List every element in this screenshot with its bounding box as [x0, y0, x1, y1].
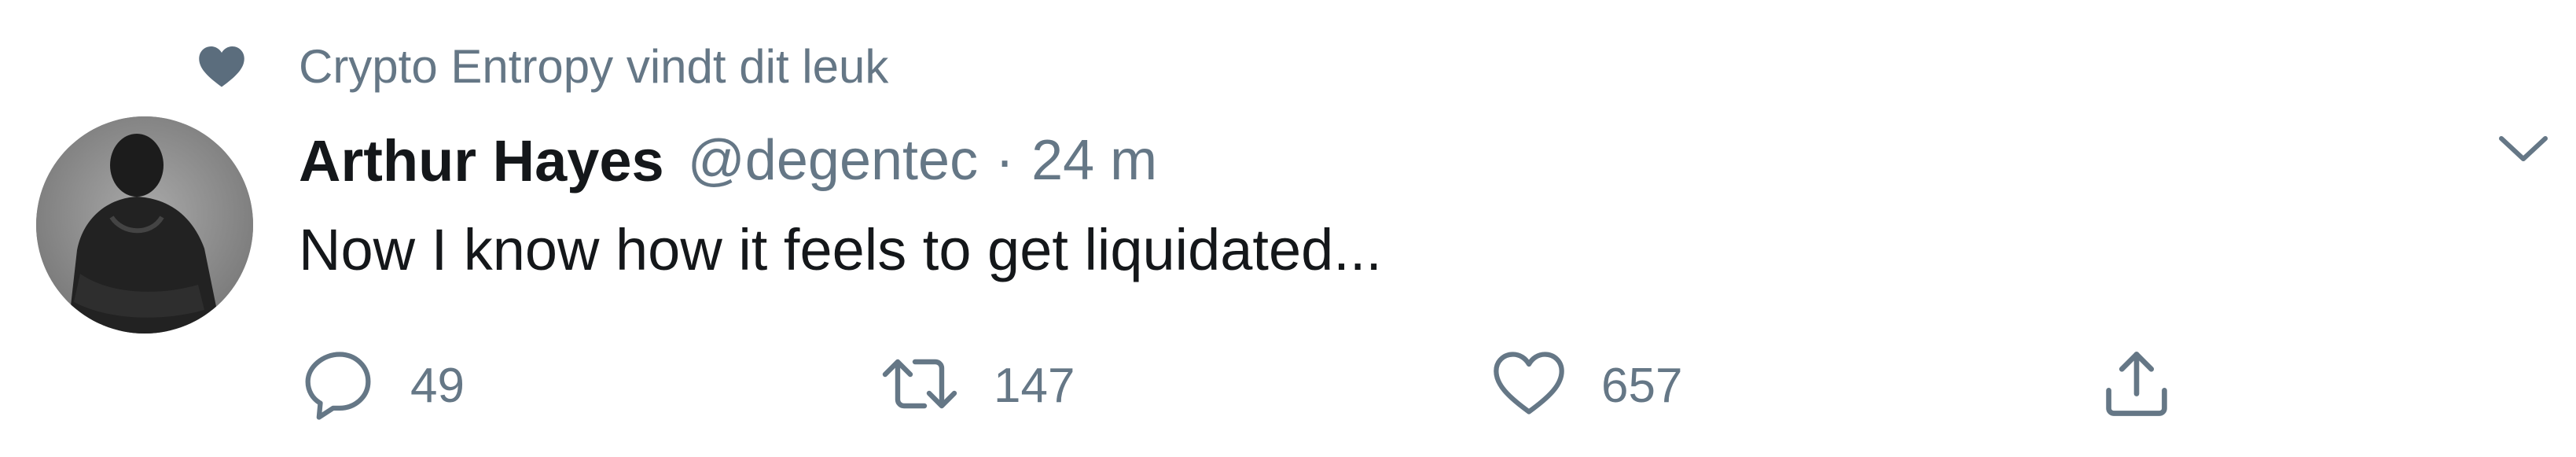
- author-handle[interactable]: @degentec: [688, 128, 978, 193]
- share-icon: [2097, 345, 2176, 427]
- tweet-text: Now I know how it feels to get liquidate…: [299, 217, 1382, 282]
- tweet-card[interactable]: Crypto Entropy vindt dit leuk Arthur Hay…: [0, 0, 2576, 457]
- reply-count: 49: [410, 358, 465, 413]
- reply-icon: [299, 345, 377, 427]
- retweet-count: 147: [994, 358, 1075, 413]
- like-icon: [1490, 345, 1568, 427]
- share-button[interactable]: [2097, 346, 2176, 425]
- chevron-down-icon[interactable]: [2492, 118, 2555, 181]
- social-context: Crypto Entropy vindt dit leuk: [197, 35, 888, 98]
- reply-button[interactable]: 49: [299, 346, 465, 425]
- separator-dot: ·: [995, 129, 1015, 192]
- author-name[interactable]: Arthur Hayes: [299, 127, 664, 194]
- retweet-button[interactable]: 147: [879, 346, 1075, 425]
- timestamp[interactable]: 24 m: [1031, 128, 1157, 193]
- heart-icon: [197, 41, 247, 91]
- like-count: 657: [1601, 358, 1683, 413]
- like-button[interactable]: 657: [1490, 346, 1682, 425]
- avatar[interactable]: [36, 116, 253, 334]
- social-context-text[interactable]: Crypto Entropy vindt dit leuk: [299, 39, 888, 94]
- tweet-header: Arthur Hayes @degentec · 24 m: [299, 121, 1157, 200]
- retweet-icon: [879, 345, 961, 427]
